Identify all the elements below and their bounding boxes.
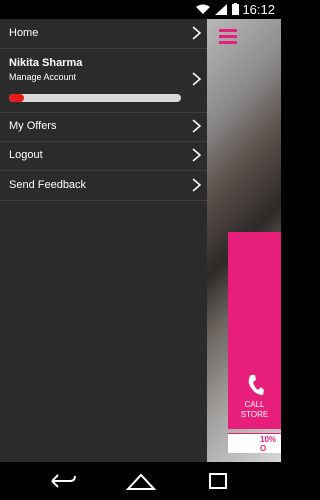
status-icons bbox=[196, 3, 239, 15]
manage-account-link[interactable]: Manage Account bbox=[9, 72, 76, 82]
drawer-item-logout[interactable]: Logout bbox=[0, 141, 207, 171]
status-time: 16:12 bbox=[242, 2, 275, 17]
status-bar: 16:12 bbox=[0, 0, 281, 19]
home-icon[interactable] bbox=[126, 470, 156, 492]
navigation-drawer: Home Nikita Sharma Manage Account My Off… bbox=[0, 19, 207, 462]
drawer-item-label: Home bbox=[9, 27, 39, 39]
signal-icon bbox=[215, 3, 227, 15]
drawer-item-send-feedback[interactable]: Send Feedback bbox=[0, 170, 207, 201]
wifi-icon bbox=[196, 4, 210, 14]
profile-name: Nikita Sharma bbox=[9, 57, 83, 69]
screen-content: CALL STORE 10% O Home Nikita Sharma Mana… bbox=[0, 19, 281, 462]
profile-progress-bar bbox=[9, 94, 181, 102]
drawer-item-my-offers[interactable]: My Offers bbox=[0, 112, 207, 142]
call-label: CALL bbox=[244, 400, 265, 409]
drawer-item-label: Logout bbox=[9, 149, 43, 161]
chevron-right-icon bbox=[192, 178, 202, 192]
drawer-item-home[interactable]: Home bbox=[0, 19, 207, 49]
phone-icon bbox=[248, 375, 264, 395]
menu-icon[interactable] bbox=[219, 29, 237, 45]
chevron-right-icon bbox=[192, 119, 202, 133]
recents-icon[interactable] bbox=[204, 470, 234, 492]
drawer-item-label: My Offers bbox=[9, 120, 57, 132]
drawer-item-label: Send Feedback bbox=[9, 179, 87, 191]
chevron-right-icon bbox=[192, 72, 202, 86]
offer-strip[interactable]: 10% O bbox=[228, 433, 281, 453]
chevron-right-icon bbox=[192, 148, 202, 162]
call-store-button[interactable]: CALL STORE bbox=[228, 374, 281, 420]
profile-progress-fill bbox=[9, 94, 25, 102]
battery-icon bbox=[232, 3, 239, 15]
system-nav-bar bbox=[0, 462, 281, 500]
chevron-right-icon bbox=[192, 26, 202, 40]
back-icon[interactable] bbox=[48, 470, 78, 492]
store-label: STORE bbox=[240, 410, 269, 419]
